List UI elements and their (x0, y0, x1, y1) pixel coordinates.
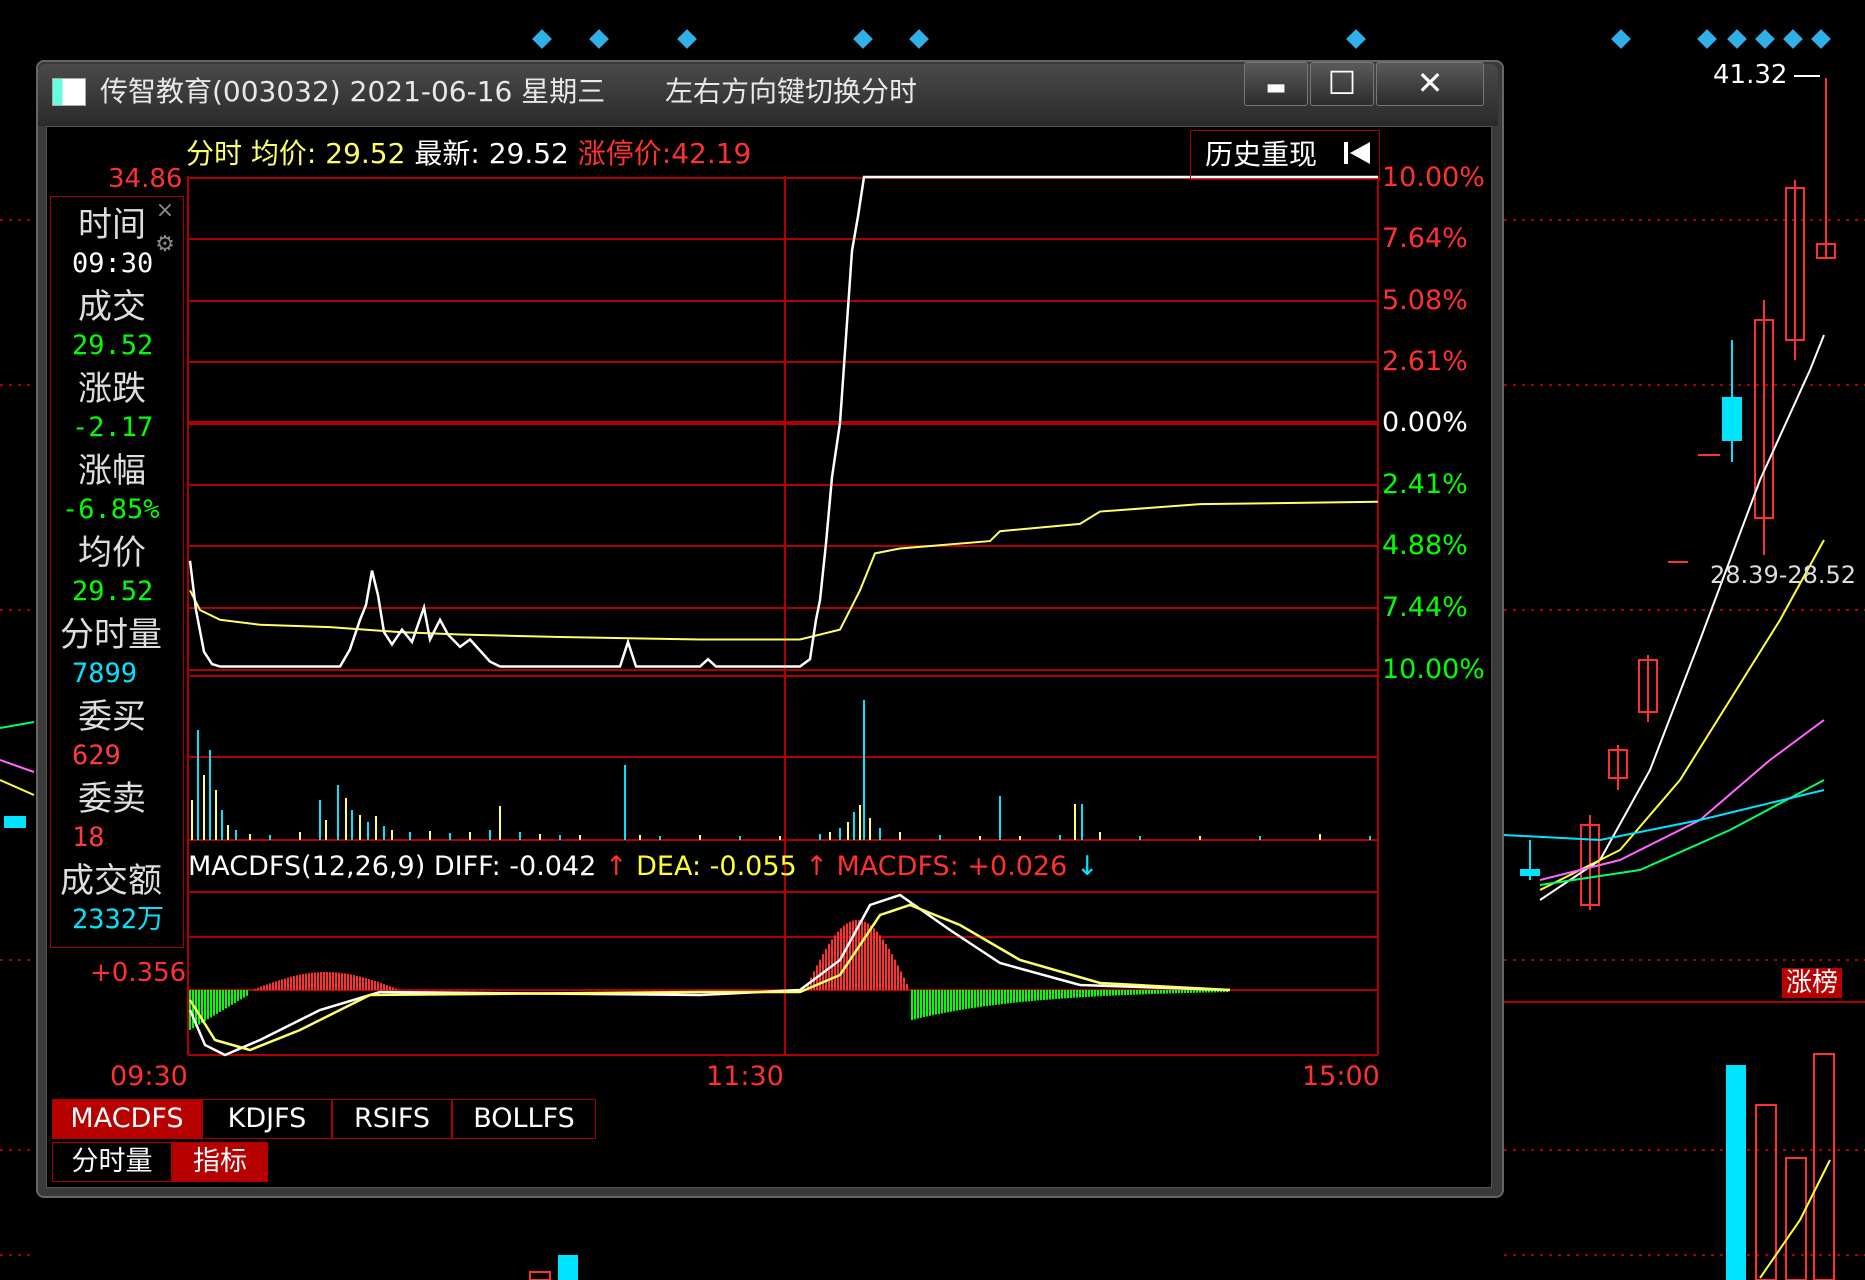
tab-label: 指标 (193, 1146, 247, 1177)
down-arrow-icon: ↓ (1067, 851, 1099, 882)
tab-volume[interactable]: 分时量 (52, 1142, 172, 1182)
dea-value: -0.055 (709, 851, 797, 882)
tab-label: BOLLFS (473, 1103, 575, 1134)
limit-value: 42.19 (671, 137, 752, 170)
tab-indicator[interactable]: 指标 (172, 1142, 268, 1182)
info-value: 09:30 (72, 248, 154, 279)
percent-axis-label: 0.00% (1382, 407, 1468, 438)
info-label: 成交额 (60, 861, 162, 901)
info-value: 29.52 (72, 330, 154, 361)
up-arrow-icon: ↑ (796, 851, 837, 882)
percent-axis-label: 2.41% (1382, 469, 1468, 500)
tab-rsifs[interactable]: RSIFS (332, 1099, 452, 1139)
info-label: 时间 (78, 205, 146, 245)
time-label-open: 09:30 (110, 1061, 188, 1092)
tab-label: RSIFS (353, 1103, 431, 1134)
info-label: 委买 (78, 697, 146, 737)
percent-axis-label: 4.88% (1382, 530, 1468, 561)
info-label: 均价 (78, 533, 146, 573)
mode-label: 分时 (186, 137, 243, 170)
info-value: -2.17 (72, 412, 154, 443)
limit-label: 涨停价: (577, 137, 672, 170)
tab-label: MACDFS (70, 1103, 184, 1134)
diff-value: -0.042 (509, 851, 597, 882)
dea-label: DEA: (636, 851, 702, 882)
info-value: 18 (72, 822, 105, 853)
percent-axis-label: 10.00% (1382, 654, 1485, 685)
info-label: 成交 (78, 287, 146, 327)
chart-header: 分时 均价: 29.52 最新: 29.52 涨停价:42.19 (186, 140, 751, 168)
avg-value: 29.52 (325, 137, 406, 170)
gear-icon[interactable]: ⚙ (152, 232, 178, 258)
percent-axis-label: 7.44% (1382, 592, 1468, 623)
macd-header: MACDFS(12,26,9) DIFF: -0.042 ↑ DEA: -0.0… (188, 853, 1098, 880)
intraday-chart[interactable] (0, 0, 1865, 1280)
top-price-label: 34.86 (108, 164, 183, 194)
info-label: 涨跌 (78, 369, 146, 409)
macd-scale-label: +0.356 (90, 958, 187, 988)
last-value: 29.52 (488, 137, 569, 170)
macd-name: MACDFS(12,26,9) (188, 851, 426, 882)
avg-label: 均价: (250, 137, 317, 170)
info-label: 涨幅 (78, 451, 146, 491)
macdfs-label: MACDFS: (836, 851, 959, 882)
percent-axis-label: 2.61% (1382, 346, 1468, 377)
tab-bollfs[interactable]: BOLLFS (452, 1099, 596, 1139)
tab-label: 分时量 (71, 1146, 153, 1177)
info-value: 29.52 (72, 576, 154, 607)
info-value: 7899 (72, 658, 138, 689)
percent-axis-label: 5.08% (1382, 285, 1468, 316)
history-replay-label: 历史重现 (1205, 138, 1318, 171)
percent-axis-label: 7.64% (1382, 223, 1468, 254)
diff-label: DIFF: (433, 851, 501, 882)
skip-back-icon[interactable] (1340, 136, 1374, 170)
info-value: 2332万 (72, 904, 165, 935)
info-label: 分时量 (60, 615, 162, 655)
tab-macdfs[interactable]: MACDFS (52, 1099, 202, 1139)
tab-label: KDJFS (227, 1103, 307, 1134)
percent-axis-label: 10.00% (1382, 162, 1485, 193)
info-label: 委卖 (78, 779, 146, 819)
info-value: 629 (72, 740, 121, 771)
time-label-noon: 11:30 (706, 1061, 784, 1092)
info-close-icon[interactable]: × (152, 198, 178, 224)
last-label: 最新: (414, 137, 480, 170)
info-value: -6.85% (62, 494, 160, 525)
time-label-close: 15:00 (1302, 1061, 1380, 1092)
tab-kdjfs[interactable]: KDJFS (202, 1099, 332, 1139)
macdfs-value: +0.026 (967, 851, 1068, 882)
up-arrow-icon: ↑ (596, 851, 637, 882)
